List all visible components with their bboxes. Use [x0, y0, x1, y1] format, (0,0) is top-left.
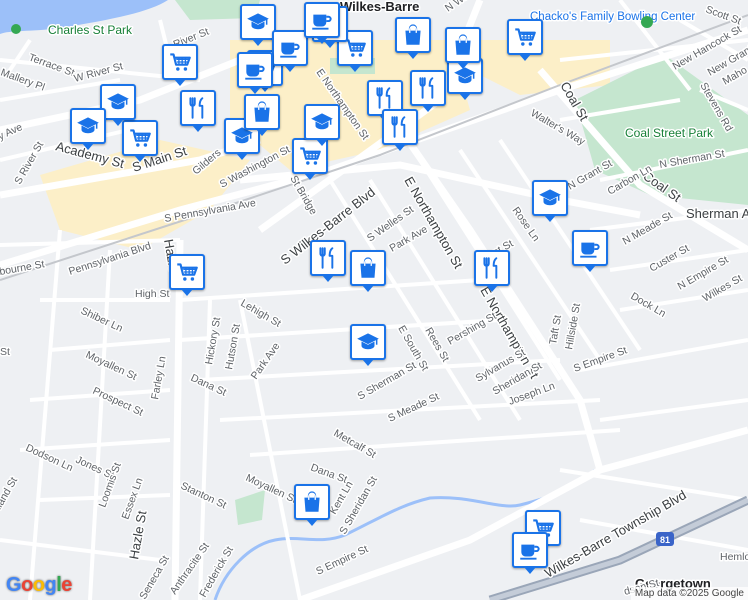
cafe-pin[interactable] — [304, 2, 340, 44]
route-81-label: 81 — [660, 535, 670, 545]
school-icon — [355, 329, 381, 355]
restaurant-pin[interactable] — [382, 109, 418, 151]
school-icon — [309, 109, 335, 135]
cafe-pin[interactable] — [237, 52, 273, 94]
label-wilkes-barre: Wilkes-Barre — [340, 0, 419, 14]
school-pin[interactable] — [70, 108, 106, 150]
shopping-bag-icon — [355, 255, 381, 281]
label-coal-street-park: Coal Street Park — [625, 126, 714, 140]
shopping-bag-pin[interactable] — [294, 484, 330, 526]
label-street: St — [0, 346, 10, 358]
shopping-bag-icon — [400, 22, 426, 48]
label-sherman-apartments: Sherman Apartments — [686, 206, 748, 221]
restaurant-pin[interactable] — [474, 250, 510, 292]
google-logo: Google — [6, 574, 72, 596]
cart-pin[interactable] — [162, 44, 198, 86]
label-street: Hemlo — [720, 551, 748, 563]
school-pin[interactable] — [532, 180, 568, 222]
cafe-icon — [517, 537, 543, 563]
label-street: High St — [135, 288, 170, 300]
route-81-shield: 81 — [656, 532, 674, 546]
restaurant-icon — [315, 245, 341, 271]
label-charles-st-park: Charles St Park — [48, 23, 133, 37]
cafe-icon — [242, 57, 268, 83]
cart-icon — [127, 125, 153, 151]
cafe-icon — [309, 7, 335, 33]
label-chackos: Chacko's Family Bowling Center — [530, 11, 695, 23]
cart-pin[interactable] — [122, 120, 158, 162]
cart-pin[interactable] — [507, 19, 543, 61]
school-icon — [75, 113, 101, 139]
cart-icon — [297, 143, 323, 169]
shopping-bag-pin[interactable] — [395, 17, 431, 59]
school-icon — [537, 185, 563, 211]
cart-pin[interactable] — [169, 254, 205, 296]
shopping-bag-pin[interactable] — [445, 27, 481, 69]
cart-icon — [174, 259, 200, 285]
shopping-bag-icon — [450, 32, 476, 58]
cafe-pin[interactable] — [512, 532, 548, 574]
cafe-pin[interactable] — [272, 30, 308, 72]
restaurant-icon — [415, 75, 441, 101]
cafe-icon — [277, 35, 303, 61]
restaurant-icon — [479, 255, 505, 281]
restaurant-pin[interactable] — [180, 90, 216, 132]
restaurant-icon — [372, 85, 398, 111]
shopping-bag-pin[interactable] — [244, 94, 280, 136]
map-canvas[interactable]: 81 Charles St Park Wilkes-Barre Chacko's… — [0, 0, 748, 600]
restaurant-pin[interactable] — [410, 70, 446, 112]
restaurant-pin[interactable] — [310, 240, 346, 282]
bowling-marker-icon — [641, 16, 653, 28]
school-icon — [105, 89, 131, 115]
shopping-bag-pin[interactable] — [350, 250, 386, 292]
school-pin[interactable] — [304, 104, 340, 146]
cart-icon — [167, 49, 193, 75]
park-marker-icon — [11, 24, 21, 34]
restaurant-icon — [387, 114, 413, 140]
shopping-bag-icon — [249, 99, 275, 125]
school-pin[interactable] — [240, 4, 276, 46]
attribution[interactable]: Map data ©2025 Google — [630, 587, 748, 600]
cart-icon — [512, 24, 538, 50]
school-icon — [245, 9, 271, 35]
restaurant-icon — [185, 95, 211, 121]
cafe-pin[interactable] — [572, 230, 608, 272]
school-pin[interactable] — [350, 324, 386, 366]
shopping-bag-icon — [299, 489, 325, 515]
cafe-icon — [577, 235, 603, 261]
